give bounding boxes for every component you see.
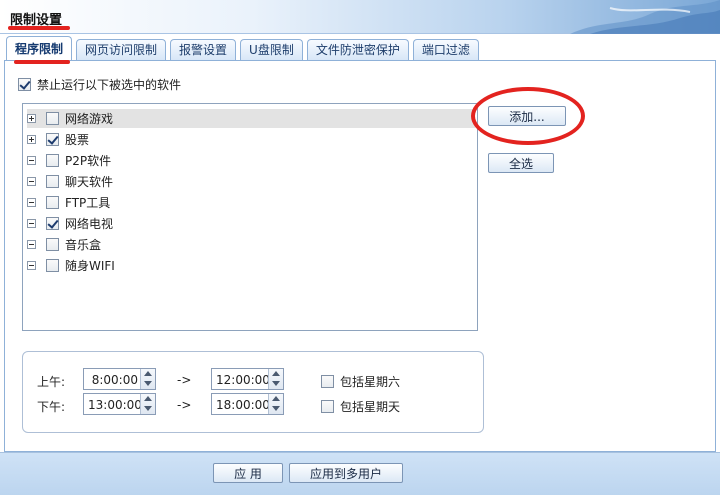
item-checkbox[interactable] <box>46 217 59 230</box>
spin-buttons[interactable] <box>268 394 283 414</box>
tab-file-leak-protection[interactable]: 文件防泄密保护 <box>306 39 409 61</box>
list-item[interactable]: 网络电视 <box>27 214 113 233</box>
tab-usb-restriction[interactable]: U盘限制 <box>240 39 303 61</box>
item-label: 股票 <box>65 133 90 147</box>
spin-up-icon[interactable] <box>144 396 152 401</box>
spin-down-icon[interactable] <box>144 381 152 386</box>
pm-end-value: 18:00:00 <box>216 398 270 412</box>
spin-down-icon[interactable] <box>272 381 280 386</box>
expand-icon[interactable] <box>27 114 36 123</box>
list-item[interactable]: 股票 <box>27 130 89 149</box>
am-end-time-input[interactable]: 12:00:00 <box>211 368 284 390</box>
list-item[interactable]: FTP工具 <box>27 193 110 212</box>
am-end-value: 12:00:00 <box>216 373 270 387</box>
spin-buttons[interactable] <box>140 369 155 389</box>
range-arrow: -> <box>177 398 192 412</box>
apply-button[interactable]: 应 用 <box>213 463 283 483</box>
list-item[interactable]: 随身WIFI <box>27 256 115 275</box>
collapse-icon[interactable] <box>27 219 36 228</box>
spin-buttons[interactable] <box>268 369 283 389</box>
am-start-value: 8:00:00 <box>91 373 138 387</box>
item-checkbox[interactable] <box>46 175 59 188</box>
item-checkbox[interactable] <box>46 238 59 251</box>
item-checkbox[interactable] <box>46 154 59 167</box>
collapse-icon[interactable] <box>27 156 36 165</box>
item-checkbox[interactable] <box>46 133 59 146</box>
title-decoration-image <box>570 0 720 34</box>
include-sunday-option[interactable]: 包括星期天 <box>321 398 400 415</box>
item-label: 网络电视 <box>65 217 114 231</box>
forbid-software-option[interactable]: 禁止运行以下被选中的软件 <box>18 76 181 93</box>
collapse-icon[interactable] <box>27 198 36 207</box>
list-item[interactable]: P2P软件 <box>27 151 111 170</box>
spin-down-icon[interactable] <box>144 406 152 411</box>
collapse-icon[interactable] <box>27 177 36 186</box>
item-label: P2P软件 <box>65 154 112 168</box>
item-label: 音乐盒 <box>65 238 102 252</box>
annotation-underline-tab <box>14 60 70 64</box>
spin-up-icon[interactable] <box>272 396 280 401</box>
annotation-circle <box>471 87 585 145</box>
item-label: 随身WIFI <box>65 259 115 273</box>
spin-down-icon[interactable] <box>272 406 280 411</box>
item-label: 聊天软件 <box>65 175 114 189</box>
item-checkbox[interactable] <box>46 112 59 125</box>
pm-label: 下午: <box>37 400 66 414</box>
tab-web-access-restriction[interactable]: 网页访问限制 <box>76 39 167 61</box>
title-bar <box>0 0 720 34</box>
range-arrow: -> <box>177 373 192 387</box>
spin-up-icon[interactable] <box>272 371 280 376</box>
tab-port-filter[interactable]: 端口过滤 <box>412 39 479 61</box>
tab-program-restriction[interactable]: 程序限制 <box>6 36 73 61</box>
pm-start-value: 13:00:00 <box>88 398 142 412</box>
time-schedule-group <box>22 351 484 433</box>
include-saturday-label: 包括星期六 <box>340 375 401 389</box>
apply-to-multiple-users-button[interactable]: 应用到多用户 <box>289 463 403 483</box>
include-saturday-option[interactable]: 包括星期六 <box>321 373 400 390</box>
software-category-list[interactable]: 网络游戏 股票 P2P软件 聊天软件 FTP工具 网络电视 音乐盒 随身WIFI <box>22 103 478 331</box>
select-all-button[interactable]: 全选 <box>488 153 554 173</box>
spin-buttons[interactable] <box>140 394 155 414</box>
tab-alarm-settings[interactable]: 报警设置 <box>170 39 237 61</box>
item-label: FTP工具 <box>65 196 111 210</box>
item-checkbox[interactable] <box>46 259 59 272</box>
forbid-software-checkbox[interactable] <box>18 78 31 91</box>
am-label: 上午: <box>37 375 66 389</box>
tab-bar: 程序限制 网页访问限制 报警设置 U盘限制 文件防泄密保护 端口过滤 <box>6 36 720 61</box>
am-start-time-input[interactable]: 8:00:00 <box>83 368 156 390</box>
list-item[interactable]: 网络游戏 <box>27 109 475 128</box>
pm-end-time-input[interactable]: 18:00:00 <box>211 393 284 415</box>
list-item[interactable]: 聊天软件 <box>27 172 113 191</box>
forbid-software-label: 禁止运行以下被选中的软件 <box>37 78 182 92</box>
include-sunday-checkbox[interactable] <box>321 400 334 413</box>
collapse-icon[interactable] <box>27 240 36 249</box>
item-checkbox[interactable] <box>46 196 59 209</box>
annotation-underline-title <box>8 26 70 30</box>
collapse-icon[interactable] <box>27 261 36 270</box>
expand-icon[interactable] <box>27 135 36 144</box>
pm-start-time-input[interactable]: 13:00:00 <box>83 393 156 415</box>
list-item[interactable]: 音乐盒 <box>27 235 101 254</box>
spin-up-icon[interactable] <box>144 371 152 376</box>
include-saturday-checkbox[interactable] <box>321 375 334 388</box>
include-sunday-label: 包括星期天 <box>340 400 401 414</box>
item-label: 网络游戏 <box>65 112 114 126</box>
